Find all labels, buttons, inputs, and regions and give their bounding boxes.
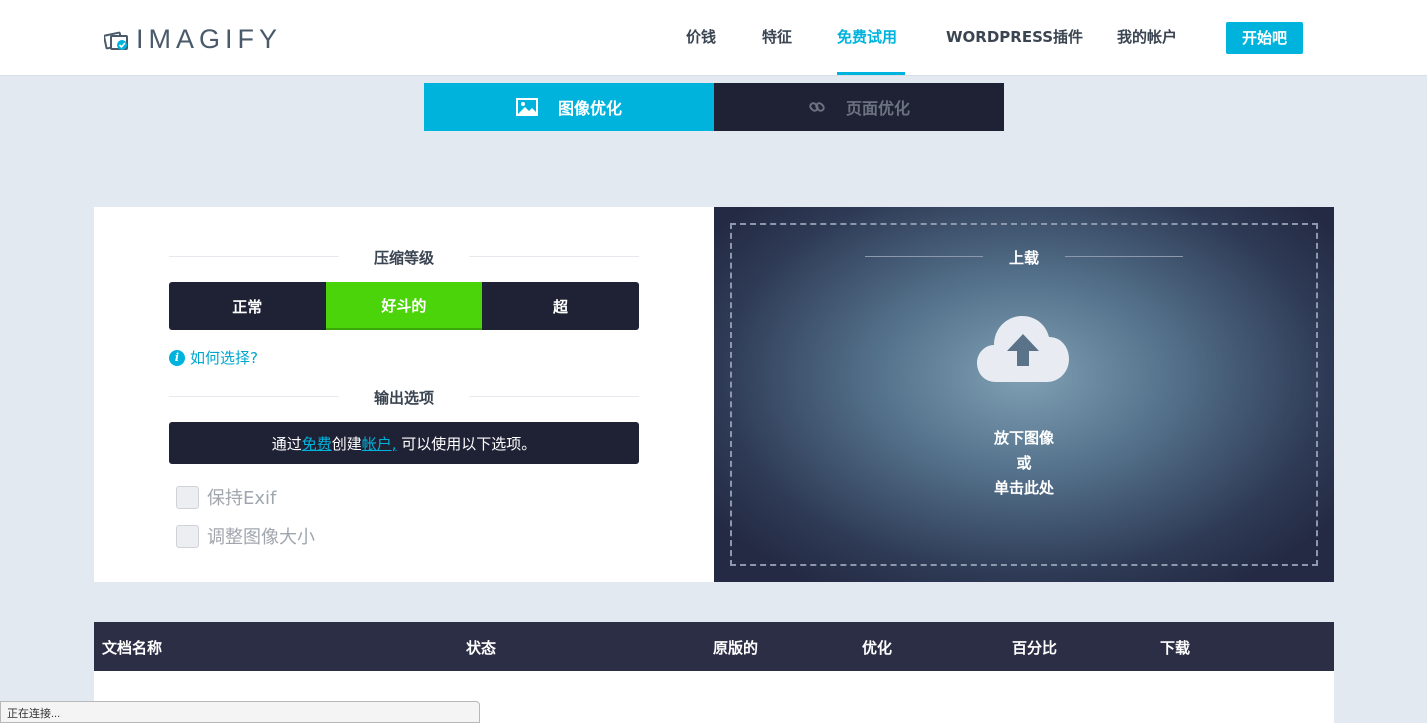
site-header: IMAGIFY 价钱 特征 免费试用 WORDPRESS插件 我的帐户 开始吧: [0, 0, 1427, 76]
imagify-logo[interactable]: IMAGIFY: [104, 24, 282, 55]
compression-title: 压缩等级: [373, 249, 434, 267]
divider: [1065, 256, 1183, 257]
browser-status-bar: 正在连接...: [0, 701, 480, 723]
resize-checkbox[interactable]: [176, 524, 199, 548]
nav-my-account[interactable]: 我的帐户: [1117, 26, 1177, 47]
col-original: 原版的: [713, 639, 759, 657]
logo-text: IMAGIFY: [136, 24, 283, 54]
col-percentage: 百分比: [1012, 639, 1058, 657]
drop-line-3: 单击此处: [993, 479, 1054, 497]
compression-title-row: 压缩等级: [169, 247, 639, 268]
divider: [169, 396, 339, 397]
help-label: 如何选择?: [190, 349, 258, 367]
how-to-choose-link[interactable]: i 如何选择?: [169, 347, 258, 368]
optimization-tabs: 图像优化 页面优化: [424, 83, 1004, 131]
notice-prefix: 通过: [271, 434, 302, 453]
nav-free-trial[interactable]: 免费试用: [837, 26, 897, 47]
output-title: 输出选项: [373, 389, 434, 407]
tab-page-label: 页面优化: [845, 99, 910, 118]
info-icon: i: [169, 349, 185, 366]
dropzone-border: [730, 223, 1318, 566]
option-resize[interactable]: 调整图像大小: [176, 523, 315, 549]
col-filename: 文档名称: [102, 639, 163, 657]
nav-pricing[interactable]: 价钱: [686, 26, 716, 47]
free-link[interactable]: 免费: [302, 433, 332, 454]
settings-panel: 压缩等级 正常 好斗的 超 i 如何选择? 输出选项 通过 免费 创建 帐户, …: [94, 207, 714, 582]
tab-image-label: 图像优化: [557, 99, 622, 118]
output-title-row: 输出选项: [169, 387, 639, 408]
results-table-header: 文档名称 状态 原版的 优化 百分比 下载: [94, 622, 1334, 671]
resize-label: 调整图像大小: [207, 527, 315, 548]
account-notice: 通过 免费 创建 帐户, 可以使用以下选项。: [169, 422, 639, 464]
level-normal-button[interactable]: 正常: [169, 282, 326, 330]
level-aggressive-button[interactable]: 好斗的: [325, 282, 483, 330]
active-nav-underline: [837, 72, 905, 75]
notice-mid: 创建: [331, 434, 362, 453]
col-optimized: 优化: [862, 639, 893, 657]
tab-page-optimization[interactable]: 页面优化: [714, 83, 1004, 131]
divider: [469, 256, 639, 257]
cloud-upload-icon: [977, 316, 1069, 382]
drop-line-1: 放下图像: [993, 429, 1054, 447]
image-icon: [515, 98, 538, 116]
notice-suffix: 可以使用以下选项。: [396, 434, 537, 453]
logo-icon: [104, 31, 128, 50]
upload-dropzone[interactable]: 上载 放下图像 或 单击此处: [714, 207, 1334, 582]
col-status: 状态: [466, 639, 497, 657]
compression-level-selector: 正常 好斗的 超: [169, 282, 639, 330]
drop-line-2: 或: [1016, 454, 1032, 472]
upload-title: 上载: [1008, 249, 1039, 267]
start-button[interactable]: 开始吧: [1226, 22, 1303, 54]
nav-features[interactable]: 特征: [762, 26, 792, 47]
keep-exif-label: 保持Exif: [207, 488, 277, 509]
divider: [169, 256, 339, 257]
account-link[interactable]: 帐户,: [362, 433, 397, 454]
divider: [469, 396, 639, 397]
level-ultra-button[interactable]: 超: [482, 282, 639, 330]
tab-image-optimization[interactable]: 图像优化: [424, 83, 714, 131]
nav-wordpress-plugin[interactable]: WORDPRESS插件: [946, 26, 1083, 47]
col-download: 下载: [1160, 639, 1191, 657]
link-icon: [808, 98, 826, 116]
keep-exif-checkbox[interactable]: [176, 485, 199, 509]
option-keep-exif[interactable]: 保持Exif: [176, 484, 276, 510]
